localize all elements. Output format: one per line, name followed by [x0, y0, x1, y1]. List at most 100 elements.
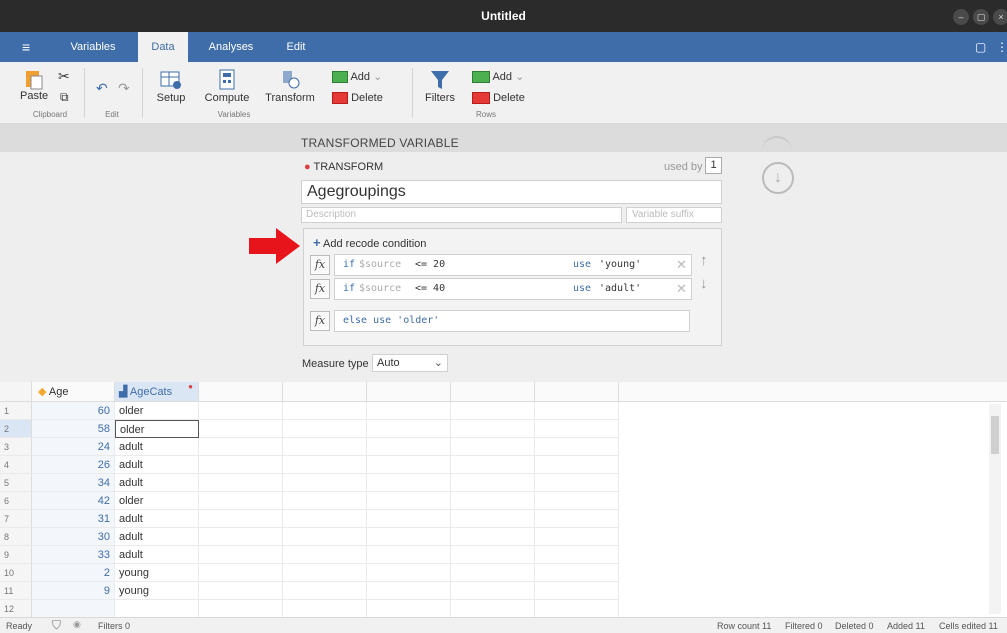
row-number[interactable]: 6: [0, 492, 32, 510]
empty-cell[interactable]: [283, 546, 367, 564]
row-number[interactable]: 8: [0, 528, 32, 546]
empty-cell[interactable]: [283, 600, 367, 618]
row-number[interactable]: 10: [0, 564, 32, 582]
minimize-button[interactable]: –: [953, 9, 969, 25]
agecats-cell[interactable]: older: [115, 420, 199, 438]
age-cell[interactable]: 33: [32, 546, 115, 564]
delete-variable-button[interactable]: Delete: [332, 92, 383, 105]
age-cell[interactable]: 26: [32, 456, 115, 474]
remove-condition-icon[interactable]: ✕: [676, 281, 687, 297]
panel-layout-icon[interactable]: ▢: [975, 40, 986, 54]
empty-cell[interactable]: [199, 600, 283, 618]
row-number[interactable]: 2: [0, 420, 32, 438]
row-number[interactable]: 9: [0, 546, 32, 564]
empty-cell[interactable]: [199, 528, 283, 546]
agecats-cell[interactable]: young: [115, 564, 199, 582]
hamburger-menu-icon[interactable]: ≡: [22, 40, 36, 54]
empty-cell[interactable]: [451, 564, 535, 582]
agecats-cell[interactable]: [115, 600, 199, 618]
paste-button[interactable]: Paste: [20, 68, 48, 102]
eye-icon[interactable]: ◉: [73, 619, 81, 630]
empty-cell[interactable]: [535, 582, 619, 600]
age-cell[interactable]: 60: [32, 402, 115, 420]
empty-cell[interactable]: [451, 528, 535, 546]
row-number[interactable]: 12: [0, 600, 32, 618]
empty-cell[interactable]: [199, 492, 283, 510]
empty-cell[interactable]: [535, 600, 619, 618]
empty-cell[interactable]: [367, 492, 451, 510]
empty-cell[interactable]: [451, 546, 535, 564]
agecats-cell[interactable]: adult: [115, 528, 199, 546]
age-cell[interactable]: 30: [32, 528, 115, 546]
empty-cell[interactable]: [367, 420, 451, 438]
agecats-cell[interactable]: young: [115, 582, 199, 600]
recode-condition-2[interactable]: if $source <= 40 use 'adult': [334, 278, 692, 300]
remove-condition-icon[interactable]: ✕: [676, 257, 687, 273]
maximize-button[interactable]: ▢: [973, 9, 989, 25]
empty-cell[interactable]: [283, 474, 367, 492]
formula-icon[interactable]: fx: [310, 279, 330, 299]
formula-icon[interactable]: fx: [310, 311, 330, 331]
tab-variables[interactable]: Variables: [62, 32, 124, 62]
tab-edit[interactable]: Edit: [278, 32, 314, 62]
agecats-cell[interactable]: older: [115, 492, 199, 510]
more-options-icon[interactable]: ⋮: [996, 40, 1007, 54]
agecats-cell[interactable]: adult: [115, 438, 199, 456]
age-cell[interactable]: 31: [32, 510, 115, 528]
empty-cell[interactable]: [451, 456, 535, 474]
add-row-button[interactable]: Add ⌄: [472, 70, 524, 84]
empty-cell[interactable]: [367, 600, 451, 618]
age-cell[interactable]: [32, 600, 115, 618]
empty-cell[interactable]: [199, 420, 283, 438]
move-down-icon[interactable]: ↓: [700, 275, 708, 292]
empty-cell[interactable]: [451, 420, 535, 438]
close-button[interactable]: ×: [993, 9, 1007, 25]
empty-cell[interactable]: [367, 510, 451, 528]
age-cell[interactable]: 9: [32, 582, 115, 600]
delete-row-button[interactable]: Delete: [472, 92, 525, 105]
empty-cell[interactable]: [283, 492, 367, 510]
empty-cell[interactable]: [535, 528, 619, 546]
empty-cell[interactable]: [199, 474, 283, 492]
empty-cell[interactable]: [451, 510, 535, 528]
scrollbar-thumb[interactable]: [991, 416, 999, 454]
age-cell[interactable]: 42: [32, 492, 115, 510]
empty-cell[interactable]: [367, 474, 451, 492]
description-input[interactable]: Description: [301, 207, 622, 223]
empty-cell[interactable]: [535, 438, 619, 456]
empty-cell[interactable]: [535, 546, 619, 564]
empty-cell[interactable]: [535, 564, 619, 582]
row-number[interactable]: 3: [0, 438, 32, 456]
copy-icon[interactable]: ⧉: [60, 90, 69, 105]
empty-cell[interactable]: [535, 492, 619, 510]
measure-type-select[interactable]: Auto ⌄: [372, 354, 448, 372]
empty-cell[interactable]: [283, 420, 367, 438]
empty-cell[interactable]: [451, 600, 535, 618]
empty-cell[interactable]: [367, 528, 451, 546]
empty-cell[interactable]: [535, 474, 619, 492]
tab-analyses[interactable]: Analyses: [196, 32, 266, 62]
empty-cell[interactable]: [367, 582, 451, 600]
transform-name-input[interactable]: Agegroupings: [301, 180, 722, 204]
agecats-cell[interactable]: adult: [115, 474, 199, 492]
empty-cell[interactable]: [367, 456, 451, 474]
undo-icon[interactable]: ↶: [96, 80, 108, 97]
redo-icon[interactable]: ↷: [118, 80, 130, 97]
agecats-cell[interactable]: adult: [115, 510, 199, 528]
add-recode-condition-button[interactable]: + Add recode condition: [313, 235, 426, 250]
recode-condition-1[interactable]: if $source <= 20 use 'young': [334, 254, 692, 276]
column-header-empty[interactable]: [367, 382, 451, 402]
column-header-empty[interactable]: [535, 382, 619, 402]
empty-cell[interactable]: [283, 510, 367, 528]
empty-cell[interactable]: [283, 402, 367, 420]
row-number[interactable]: 4: [0, 456, 32, 474]
empty-cell[interactable]: [451, 582, 535, 600]
empty-cell[interactable]: [367, 402, 451, 420]
empty-cell[interactable]: [199, 510, 283, 528]
filter-icon[interactable]: ⛉: [52, 618, 61, 633]
vertical-scrollbar[interactable]: [989, 404, 1001, 614]
add-variable-button[interactable]: Add ⌄: [332, 70, 382, 84]
column-header-empty[interactable]: [451, 382, 535, 402]
move-up-icon[interactable]: ↑: [700, 252, 708, 269]
variable-suffix-input[interactable]: Variable suffix: [626, 207, 722, 223]
